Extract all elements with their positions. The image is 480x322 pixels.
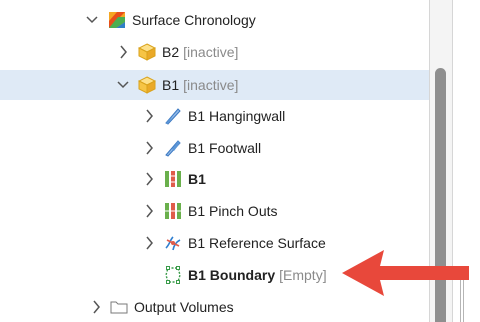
tree-item-label: Surface Chronology [132, 12, 256, 28]
contact-surfaces-icon [165, 171, 181, 187]
tree-item-label: B1 [188, 171, 206, 187]
tree-item-label: B1 Boundary [188, 267, 276, 283]
tree-item-status: [inactive] [183, 77, 239, 93]
footwall-surface-icon [165, 140, 181, 157]
tree-item-label: B1 Pinch Outs [188, 203, 278, 219]
tree-item-status: [Empty] [279, 267, 327, 283]
chevron-right-icon[interactable] [143, 236, 155, 250]
chevron-right-icon[interactable] [117, 45, 129, 59]
tree-item-surface-chronology[interactable]: Surface Chronology [0, 5, 430, 35]
hangingwall-surface-icon [165, 108, 181, 125]
chevron-right-icon[interactable] [143, 204, 155, 218]
tree-item-label: B1 [162, 77, 180, 93]
tree-item-output-volumes[interactable]: Output Volumes [0, 292, 430, 322]
tree-item-label: B2 [162, 44, 180, 60]
tree-item-label: B1 Reference Surface [188, 235, 326, 251]
tree-item-b1-block[interactable]: B1 [inactive] [0, 70, 430, 100]
fault-block-icon [138, 43, 156, 61]
chevron-right-icon[interactable] [90, 300, 102, 314]
tree-item-label: B1 Hangingwall [188, 108, 286, 124]
tree-item-b1-hangingwall[interactable]: B1 Hangingwall [0, 101, 430, 131]
fault-block-icon [138, 76, 156, 94]
chevron-right-icon[interactable] [143, 172, 155, 186]
chevron-right-icon[interactable] [143, 109, 155, 123]
tree-item-b1-pinch-outs[interactable]: B1 Pinch Outs [0, 196, 430, 226]
chevron-down-icon[interactable] [117, 78, 129, 92]
callout-arrow-icon [342, 250, 469, 296]
chevron-down-icon[interactable] [86, 13, 98, 27]
surface-chronology-icon [109, 12, 125, 28]
tree-item-b1-footwall[interactable]: B1 Footwall [0, 133, 430, 163]
tree-item-label: B1 Footwall [188, 140, 262, 156]
tree-item-status: [inactive] [183, 44, 239, 60]
chevron-right-icon[interactable] [143, 141, 155, 155]
tree-item-label: Output Volumes [134, 299, 234, 315]
pinch-outs-icon [165, 203, 181, 219]
boundary-icon [165, 266, 181, 284]
reference-surface-icon [165, 236, 181, 251]
folder-icon [110, 301, 128, 314]
tree-item-b2[interactable]: B2 [inactive] [0, 37, 430, 67]
tree-item-b1-contacts[interactable]: B1 [0, 164, 430, 194]
